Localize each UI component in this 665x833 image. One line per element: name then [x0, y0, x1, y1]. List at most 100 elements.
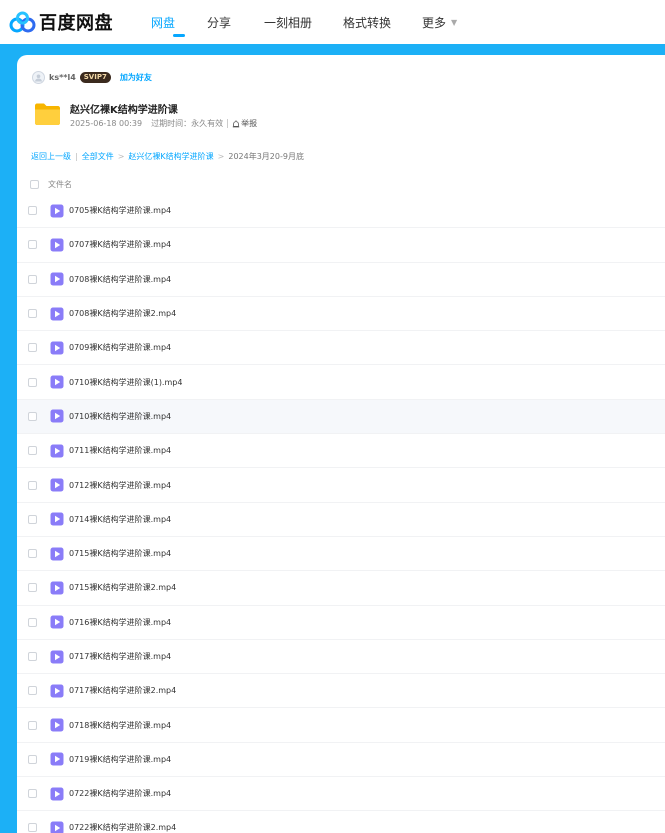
breadcrumb-folder[interactable]: 赵兴亿裸K结构学进阶课 [128, 151, 213, 162]
share-user-name[interactable]: ks**l4 [49, 73, 76, 82]
file-checkbox[interactable] [28, 549, 37, 559]
file-row[interactable]: 0712裸K结构学进阶课.mp4 [17, 468, 665, 503]
file-name[interactable]: 0707裸K结构学进阶课.mp4 [69, 239, 171, 250]
file-name[interactable]: 0708裸K结构学进阶课.mp4 [69, 274, 171, 285]
list-column-header: 文件名 [30, 177, 72, 191]
file-checkbox[interactable] [28, 789, 37, 799]
video-file-icon [50, 204, 64, 218]
video-file-icon [50, 444, 64, 458]
breadcrumb-root[interactable]: 全部文件 [82, 151, 114, 162]
video-file-icon [50, 821, 64, 833]
file-row[interactable]: 0711裸K结构学进阶课.mp4 [17, 434, 665, 469]
share-card: ks**l4 SVIP7 加为好友 赵兴亿裸K结构学进阶课 2025-06-18… [17, 55, 665, 833]
file-row[interactable]: 0717裸K结构学进阶课.mp4 [17, 640, 665, 675]
video-file-icon [50, 307, 64, 321]
file-checkbox[interactable] [28, 720, 37, 730]
vip-badge: SVIP7 [79, 71, 111, 83]
nav-item-label: 更多 [422, 15, 447, 30]
file-checkbox[interactable] [28, 480, 37, 490]
video-file-icon [50, 718, 64, 732]
file-row[interactable]: 0718裸K结构学进阶课.mp4 [17, 708, 665, 743]
file-name[interactable]: 0718裸K结构学进阶课.mp4 [69, 720, 171, 731]
file-checkbox[interactable] [28, 754, 37, 764]
share-expire: 过期时间：永久有效 [151, 119, 224, 128]
nav-item-netdisk[interactable]: 网盘 [151, 0, 207, 44]
file-row[interactable]: 0710裸K结构学进阶课(1).mp4 [17, 365, 665, 400]
file-checkbox[interactable] [28, 377, 37, 387]
file-name[interactable]: 0710裸K结构学进阶课(1).mp4 [69, 377, 182, 388]
file-checkbox[interactable] [28, 583, 37, 593]
file-row[interactable]: 0722裸K结构学进阶课.mp4 [17, 777, 665, 812]
file-row[interactable]: 0717裸K结构学进阶课2.mp4 [17, 674, 665, 709]
file-name[interactable]: 0717裸K结构学进阶课2.mp4 [69, 685, 176, 696]
top-navigation-bar: 百度网盘 网盘 分享 一刻相册 格式转换 更多 ▼ [0, 0, 665, 44]
file-name[interactable]: 0705裸K结构学进阶课.mp4 [69, 205, 171, 216]
file-name[interactable]: 0708裸K结构学进阶课2.mp4 [69, 308, 176, 319]
file-checkbox[interactable] [28, 411, 37, 421]
breadcrumb: 返回上一级 | 全部文件 > 赵兴亿裸K结构学进阶课 > 2024年3月20-9… [31, 151, 304, 162]
file-name[interactable]: 0714裸K结构学进阶课.mp4 [69, 514, 171, 525]
file-checkbox[interactable] [28, 823, 37, 833]
file-name[interactable]: 0716裸K结构学进阶课.mp4 [69, 617, 171, 628]
file-checkbox[interactable] [28, 274, 37, 284]
file-name[interactable]: 0710裸K结构学进阶课.mp4 [69, 411, 171, 422]
user-avatar-icon[interactable] [32, 70, 45, 84]
file-row[interactable]: 0722裸K结构学进阶课2.mp4 [17, 811, 665, 833]
file-name[interactable]: 0717裸K结构学进阶课.mp4 [69, 651, 171, 662]
column-title-filename[interactable]: 文件名 [48, 179, 72, 190]
file-name[interactable]: 0715裸K结构学进阶课.mp4 [69, 548, 171, 559]
file-checkbox[interactable] [28, 240, 37, 250]
file-row[interactable]: 0710裸K结构学进阶课.mp4 [17, 399, 665, 435]
file-row[interactable]: 0715裸K结构学进阶课2.mp4 [17, 571, 665, 606]
file-checkbox[interactable] [28, 514, 37, 524]
file-checkbox[interactable] [28, 343, 37, 353]
share-folder-header: 赵兴亿裸K结构学进阶课 2025-06-18 00:39 过期时间：永久有效 举… [32, 98, 632, 134]
file-row[interactable]: 0705裸K结构学进阶课.mp4 [17, 194, 665, 229]
file-name[interactable]: 0712裸K结构学进阶课.mp4 [69, 480, 171, 491]
share-date: 2025-06-18 00:39 [70, 119, 143, 128]
nav-item-share[interactable]: 分享 [207, 0, 264, 44]
file-row[interactable]: 0716裸K结构学进阶课.mp4 [17, 606, 665, 640]
file-row[interactable]: 0709裸K结构学进阶课.mp4 [17, 331, 665, 366]
file-checkbox[interactable] [28, 206, 37, 216]
file-row[interactable]: 0708裸K结构学进阶课2.mp4 [17, 297, 665, 332]
file-checkbox[interactable] [28, 446, 37, 456]
file-row[interactable]: 0714裸K结构学进阶课.mp4 [17, 503, 665, 537]
select-all-checkbox[interactable] [30, 179, 39, 189]
file-name[interactable]: 0709裸K结构学进阶课.mp4 [69, 342, 171, 353]
file-name[interactable]: 0715裸K结构学进阶课2.mp4 [69, 582, 176, 593]
file-name[interactable]: 0719裸K结构学进阶课.mp4 [69, 754, 171, 765]
file-checkbox[interactable] [28, 309, 37, 319]
logo[interactable]: 百度网盘 [9, 0, 113, 44]
file-row[interactable]: 0708裸K结构学进阶课.mp4 [17, 263, 665, 297]
video-file-icon [50, 375, 64, 389]
file-name[interactable]: 0722裸K结构学进阶课2.mp4 [69, 822, 176, 833]
breadcrumb-separator: > [117, 152, 125, 161]
file-list: 0705裸K结构学进阶课.mp4 0707裸K结构学进阶课.mp4 0708裸K… [17, 194, 665, 833]
file-row[interactable]: 0715裸K结构学进阶课.mp4 [17, 537, 665, 572]
breadcrumb-back[interactable]: 返回上一级 [31, 151, 71, 162]
file-row[interactable]: 0707裸K结构学进阶课.mp4 [17, 228, 665, 263]
file-checkbox[interactable] [28, 617, 37, 627]
video-file-icon [50, 684, 64, 698]
video-file-icon [50, 272, 64, 286]
video-file-icon [50, 512, 64, 526]
file-checkbox[interactable] [28, 686, 37, 696]
add-friend-link[interactable]: 加为好友 [120, 72, 152, 83]
file-name[interactable]: 0722裸K结构学进阶课.mp4 [69, 788, 171, 799]
nav-item-album[interactable]: 一刻相册 [264, 0, 343, 44]
nav-item-label: 一刻相册 [264, 15, 313, 30]
nav-item-more[interactable]: 更多 ▼ [422, 0, 457, 44]
file-row[interactable]: 0719裸K结构学进阶课.mp4 [17, 743, 665, 778]
video-file-icon [50, 650, 64, 663]
video-file-icon [50, 615, 64, 629]
logo-text: 百度网盘 [39, 13, 113, 34]
share-folder-title: 赵兴亿裸K结构学进阶课 [70, 105, 178, 116]
file-checkbox[interactable] [28, 652, 37, 661]
file-name[interactable]: 0711裸K结构学进阶课.mp4 [69, 445, 171, 456]
video-file-icon [50, 341, 64, 355]
nav-item-format-convert[interactable]: 格式转换 [343, 0, 422, 44]
share-meta: 2025-06-18 00:39 过期时间：永久有效 举报 [70, 118, 257, 129]
report-button[interactable]: 举报 [232, 118, 257, 129]
video-file-icon [50, 238, 64, 252]
